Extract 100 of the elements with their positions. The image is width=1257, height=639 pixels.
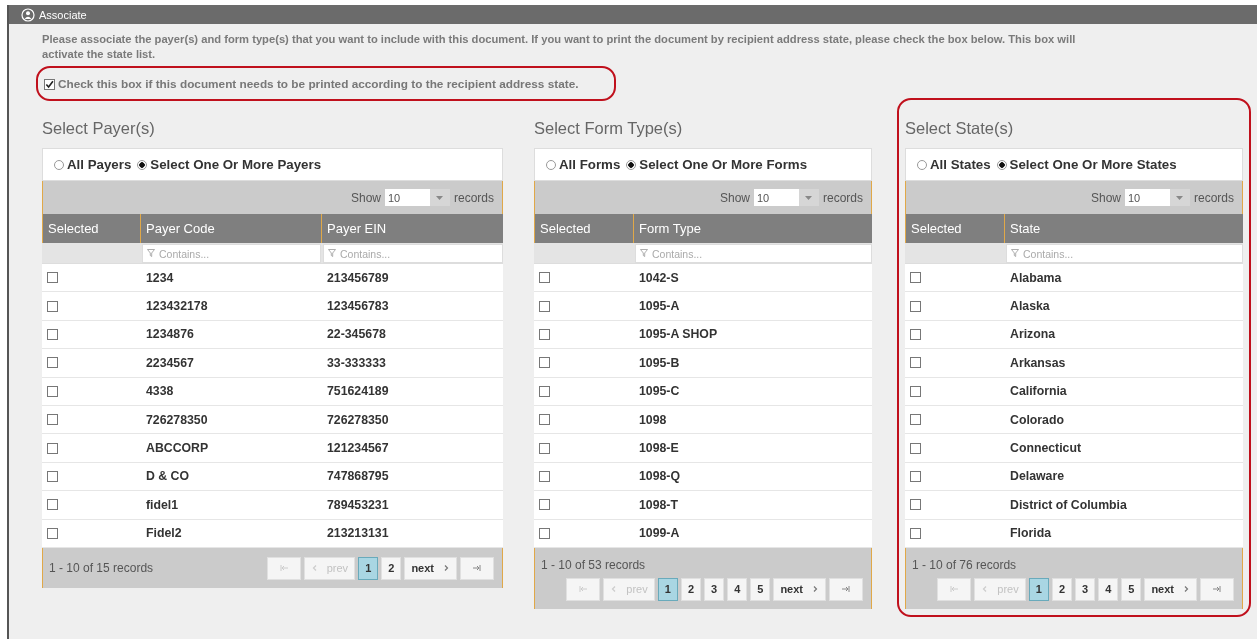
radio-option[interactable]: All Payers (54, 157, 132, 172)
filter-field[interactable]: Contains... (635, 244, 872, 263)
show-label: Show (350, 190, 381, 205)
checkbox[interactable] (47, 499, 58, 511)
filter-icon (640, 249, 648, 257)
table-cell: Delaware (1004, 462, 1243, 492)
checkbox[interactable] (910, 527, 921, 539)
page-button[interactable]: 2 (1051, 577, 1072, 601)
checkbox[interactable] (47, 300, 58, 312)
checkbox[interactable] (47, 442, 58, 454)
page-button[interactable]: 1 (1028, 577, 1049, 601)
column-header[interactable]: Selected (534, 214, 633, 243)
checkbox[interactable] (910, 357, 921, 369)
checkbox[interactable] (44, 78, 55, 90)
table-cell: District of Columbia (1004, 491, 1243, 520)
checkbox[interactable] (539, 328, 550, 340)
page-button[interactable]: 1 (657, 577, 678, 601)
next-button[interactable]: next (404, 556, 457, 580)
section-title: Select State(s) (905, 118, 1015, 138)
radio-option[interactable]: Select One Or More Forms (626, 157, 808, 172)
next-button[interactable]: next (773, 577, 826, 601)
page-button[interactable]: 2 (381, 556, 402, 580)
checkbox[interactable] (47, 357, 58, 369)
table-cell: 1234 (140, 264, 321, 293)
column-header[interactable]: Form Type (633, 214, 872, 243)
checkbox[interactable] (539, 300, 550, 312)
table-cell: ABCCORP (140, 434, 321, 463)
page-button[interactable]: 5 (1121, 577, 1142, 601)
checkbox[interactable] (910, 272, 921, 284)
table-cell: 123432178 (140, 292, 321, 321)
page-button[interactable]: 3 (1075, 577, 1096, 601)
checkbox[interactable] (910, 499, 921, 511)
table-cell: Florida (1004, 519, 1243, 548)
radio-option[interactable]: Select One Or More Payers (137, 157, 322, 172)
page-button[interactable]: 3 (704, 577, 725, 601)
checkbox[interactable] (47, 470, 58, 482)
bar-arrow-left-icon (279, 564, 288, 573)
table-cell: 1042-S (633, 264, 872, 293)
table-cell: 33-333333 (321, 349, 503, 378)
checkbox[interactable] (47, 414, 58, 426)
filter-field[interactable]: Contains... (1006, 244, 1243, 263)
page-button[interactable]: 4 (727, 577, 748, 601)
checkbox[interactable] (47, 272, 58, 284)
table-cell: 726278350 (140, 405, 321, 435)
table-cell: Arkansas (1004, 349, 1243, 378)
table-cell: 1098 (633, 405, 872, 435)
checkbox[interactable] (47, 385, 58, 397)
next-button[interactable]: next (1144, 577, 1197, 601)
checkbox[interactable] (910, 414, 921, 426)
checkbox[interactable] (539, 470, 550, 482)
records-label: records (454, 190, 494, 205)
caret-icon (436, 195, 444, 200)
column-header[interactable]: Selected (905, 214, 1004, 243)
checkbox[interactable] (910, 328, 921, 340)
table-cell: D & CO (140, 462, 321, 492)
table-cell: 726278350 (321, 405, 503, 435)
checkbox[interactable] (910, 300, 921, 312)
checkbox[interactable] (539, 527, 550, 539)
bar-arrow-left-icon (579, 585, 588, 594)
checkbox[interactable] (47, 328, 58, 340)
radio-button[interactable] (137, 159, 148, 170)
column-header[interactable]: Payer EIN (321, 214, 503, 243)
table-cell: 1098-T (633, 491, 872, 520)
page-button[interactable]: 1 (358, 556, 379, 580)
radio-button[interactable] (917, 159, 927, 170)
checkbox[interactable] (910, 385, 921, 397)
checkbox[interactable] (910, 442, 921, 454)
filter-icon (1011, 249, 1019, 257)
column-header[interactable]: State (1004, 214, 1243, 243)
filter-field[interactable]: Contains... (323, 244, 503, 263)
table-cell: 1098-Q (633, 462, 872, 492)
checkbox[interactable] (539, 442, 550, 454)
page-button[interactable]: 5 (750, 577, 771, 601)
checkbox[interactable] (910, 470, 921, 482)
page-button[interactable]: 2 (680, 577, 701, 601)
table-cell: 123456783 (321, 292, 503, 321)
table-cell: 213213131 (321, 519, 503, 548)
table-cell: Alabama (1004, 264, 1243, 293)
radio-button[interactable] (996, 159, 1007, 170)
radio-button[interactable] (54, 159, 64, 170)
radio-option[interactable]: All States (917, 157, 991, 172)
checkbox[interactable] (539, 414, 550, 426)
page-button[interactable]: 4 (1098, 577, 1119, 601)
checkbox[interactable] (539, 272, 550, 284)
checkbox[interactable] (47, 527, 58, 539)
radio-button[interactable] (546, 159, 556, 170)
checkbox[interactable] (539, 357, 550, 369)
column-header[interactable]: Payer Code (140, 214, 321, 243)
column-header[interactable]: Selected (42, 214, 140, 243)
table-cell: 747868795 (321, 462, 503, 492)
checkbox[interactable] (539, 385, 550, 397)
filter-field[interactable]: Contains... (142, 244, 321, 263)
checkbox[interactable] (539, 499, 550, 511)
radio-button[interactable] (626, 159, 637, 170)
record-count: 1 - 10 of 15 records (49, 561, 154, 576)
window-title: Associate (39, 8, 87, 21)
chevron-right-icon (442, 564, 450, 573)
bar-arrow-right-icon (1213, 585, 1221, 594)
radio-option[interactable]: Select One Or More States (996, 157, 1177, 172)
radio-option[interactable]: All Forms (546, 157, 621, 172)
